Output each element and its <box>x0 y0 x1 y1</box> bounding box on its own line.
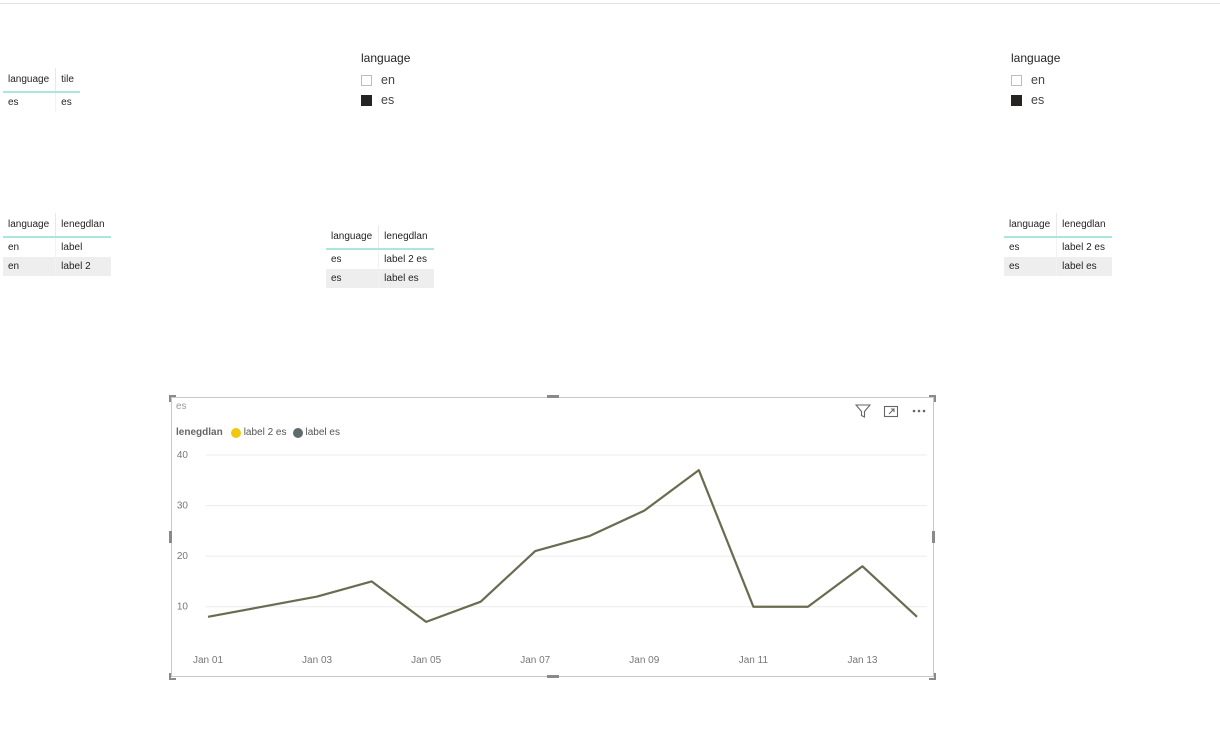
column-header[interactable]: language <box>1004 213 1058 238</box>
table-row[interactable]: es es <box>3 92 80 112</box>
table-row[interactable]: en label 2 <box>3 257 111 276</box>
table-cell: label es <box>378 269 434 288</box>
line-chart-plot: 10 20 30 40 Jan 01 Jan 03 Jan 05 Jan 07 Jan 09 Ja… <box>177 450 927 666</box>
checkbox[interactable] <box>1011 74 1022 86</box>
x-tick-label: Jan 09 <box>629 655 659 666</box>
slicer-item-en[interactable]: en <box>361 70 410 90</box>
slicer-title: language <box>361 51 411 65</box>
x-tick-label: Jan 01 <box>193 655 223 666</box>
language-slicer-2[interactable]: language en es <box>1011 51 1060 110</box>
resize-handle-top-right[interactable] <box>929 395 936 402</box>
line-chart-visual[interactable]: es lenegdlan label 2 es label es 10 20 30 4… <box>171 397 934 677</box>
y-tick-label: 30 <box>177 501 189 512</box>
top-divider <box>0 3 1220 4</box>
resize-handle-bottom-right[interactable] <box>929 673 936 680</box>
table-cell: es <box>1004 257 1058 276</box>
table-cell: es <box>326 269 380 288</box>
x-tick-label: Jan 03 <box>302 655 332 666</box>
column-header[interactable]: language <box>3 68 57 93</box>
table-cell: label es <box>1056 257 1112 276</box>
x-tick-label: Jan 11 <box>739 655 769 666</box>
table-row[interactable]: es label 2 es <box>326 249 434 269</box>
slicer-item-label: es <box>1031 93 1045 107</box>
table-row[interactable]: es label es <box>326 269 434 288</box>
checkbox[interactable] <box>361 74 372 86</box>
resize-handle-bottom-left[interactable] <box>169 673 176 680</box>
table-cell: label 2 <box>55 257 111 276</box>
checkbox[interactable] <box>1011 94 1022 106</box>
table-header-row: language tile <box>3 68 80 93</box>
slicer-item-es[interactable]: es <box>1011 90 1060 110</box>
x-tick-label: Jan 13 <box>847 655 877 666</box>
column-header[interactable]: lenegdlan <box>55 213 111 238</box>
slicer-item-label: es <box>381 93 395 107</box>
table-row[interactable]: es label es <box>1004 257 1112 276</box>
y-tick-label: 20 <box>177 551 189 562</box>
table-cell: label <box>61 242 83 253</box>
slicer-item-label: en <box>1031 73 1045 87</box>
series-line-label-es <box>207 469 918 623</box>
language-tile-table[interactable]: language tile es es <box>3 68 80 112</box>
resize-handle-right[interactable] <box>932 531 935 543</box>
x-tick-label: Jan 05 <box>411 655 441 666</box>
table-header-row: language lenegdlan <box>1004 213 1112 238</box>
column-header[interactable]: tile <box>55 68 80 93</box>
resize-handle-top-left[interactable] <box>169 395 176 402</box>
table-row[interactable]: es label 2 es <box>1004 237 1112 257</box>
language-legend-table-es-center[interactable]: language lenegdlan es label 2 es es label es <box>326 225 434 288</box>
column-header[interactable]: language <box>3 213 57 238</box>
table-cell: es <box>326 249 380 269</box>
checkbox[interactable] <box>361 94 372 106</box>
table-header-row: language lenegdlan <box>3 213 111 238</box>
column-header[interactable]: lenegdlan <box>378 225 434 250</box>
slicer-title: language <box>1011 51 1061 65</box>
slicer-item-en[interactable]: en <box>1011 70 1060 90</box>
slicer-item-es[interactable]: es <box>361 90 410 110</box>
resize-handle-top[interactable] <box>547 395 559 398</box>
slicer-item-label: en <box>381 73 395 87</box>
column-header[interactable]: lenegdlan <box>1056 213 1112 238</box>
table-row[interactable]: en label <box>3 237 111 257</box>
language-legend-table-es-right[interactable]: language lenegdlan es label 2 es es label es <box>1004 213 1112 276</box>
table-cell: label 2 es <box>1062 242 1105 253</box>
y-tick-label: 40 <box>177 450 189 461</box>
language-slicer-1[interactable]: language en es <box>361 51 410 110</box>
table-cell: es <box>1004 237 1058 257</box>
column-header[interactable]: language <box>326 225 380 250</box>
language-legend-table-en[interactable]: language lenegdlan en label en label 2 <box>3 213 111 276</box>
resize-handle-bottom[interactable] <box>547 675 559 678</box>
table-cell: label 2 es <box>384 254 427 265</box>
table-cell: es <box>3 92 57 112</box>
y-tick-label: 10 <box>177 602 189 613</box>
table-header-row: language lenegdlan <box>326 225 434 250</box>
resize-handle-left[interactable] <box>169 531 172 543</box>
x-tick-label: Jan 07 <box>520 655 550 666</box>
table-cell: en <box>3 237 57 257</box>
table-cell: en <box>3 257 57 276</box>
table-cell: es <box>61 97 72 108</box>
